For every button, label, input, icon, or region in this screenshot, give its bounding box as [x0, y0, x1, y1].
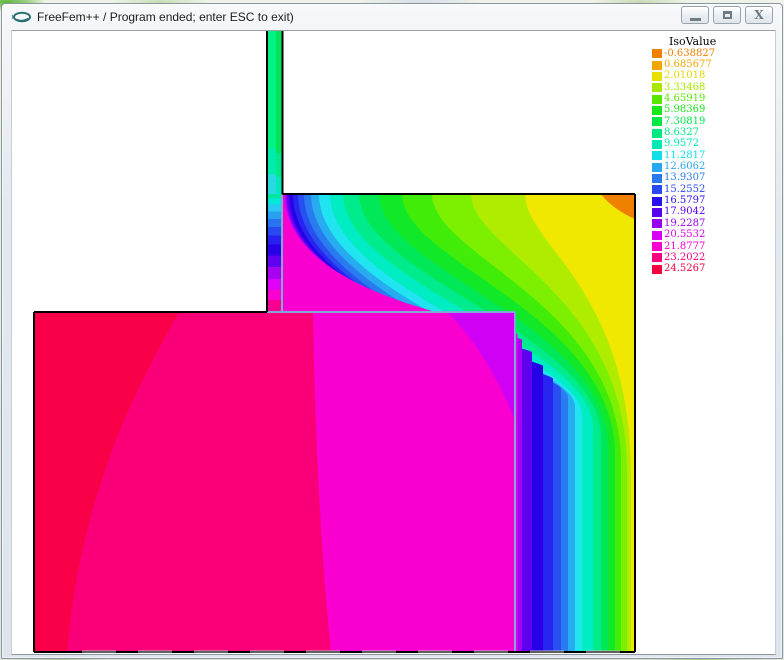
channel-lower: [267, 194, 283, 312]
legend-value: 4.65919: [664, 93, 706, 105]
legend-swatch: [652, 162, 662, 172]
legend-entry: 9.9572: [652, 139, 770, 150]
legend-title: IsoValue: [669, 35, 717, 48]
title-bar[interactable]: FreeFem++ / Program ended; enter ESC to …: [2, 4, 782, 29]
legend-entry: 21.8777: [652, 241, 770, 252]
legend-entry: 0.685677: [652, 59, 770, 70]
maximize-icon: [722, 11, 732, 19]
legend-swatch: [652, 117, 662, 127]
legend-swatch: [652, 71, 662, 81]
legend-swatch: [652, 105, 662, 115]
legend-value: -0.638827: [664, 47, 716, 59]
legend-value: 8.6327: [664, 127, 699, 139]
legend-entry: 17.9042: [652, 207, 770, 218]
legend-swatch: [652, 242, 662, 252]
legend-entry: 5.98369: [652, 105, 770, 116]
channel-left: [267, 31, 276, 194]
maximize-button[interactable]: [713, 6, 741, 24]
legend-rows: -0.638827 0.685677 2.01018 3.33468 4.65919 5.…: [652, 48, 770, 275]
legend-swatch: [652, 60, 662, 70]
legend-swatch: [652, 94, 662, 104]
legend-swatch: [652, 207, 662, 217]
legend-entry: 2.01018: [652, 71, 770, 82]
legend-value: 7.30819: [664, 115, 706, 127]
legend-entry: 24.5267: [652, 264, 770, 275]
legend-value: 21.8777: [664, 240, 706, 252]
legend-value: 9.9572: [664, 138, 699, 150]
legend-entry: 20.5532: [652, 230, 770, 241]
legend-swatch: [652, 49, 662, 59]
legend-entry: -0.638827: [652, 48, 770, 59]
legend-value: 15.2552: [664, 183, 706, 195]
legend-entry: 3.33468: [652, 82, 770, 93]
legend-value: 2.01018: [664, 70, 706, 82]
legend-entry: 8.6327: [652, 127, 770, 138]
legend-entry: 4.65919: [652, 93, 770, 104]
minimize-icon: [689, 17, 701, 21]
desktop: { "window": { "title": "FreeFem++ / Prog…: [0, 0, 784, 660]
legend-swatch: [652, 219, 662, 229]
legend-swatch: [652, 253, 662, 263]
close-button[interactable]: X: [745, 6, 773, 24]
legend-entry: 13.9307: [652, 173, 770, 184]
freefem-window: FreeFem++ / Program ended; enter ESC to …: [1, 3, 783, 659]
legend-value: 17.9042: [664, 206, 706, 218]
legend-value: 5.98369: [664, 104, 706, 116]
legend-entry: 19.2287: [652, 218, 770, 229]
legend-swatch: [652, 264, 662, 274]
legend-value: 24.5267: [664, 263, 706, 275]
legend-value: 20.5532: [664, 229, 706, 241]
legend-entry: 7.30819: [652, 116, 770, 127]
legend-entry: 12.6062: [652, 161, 770, 172]
isovalue-legend: IsoValue -0.638827 0.685677 2.01018 3.33468…: [652, 36, 770, 275]
legend-swatch: [652, 139, 662, 149]
legend-value: 3.33468: [664, 81, 706, 93]
legend-value: 23.2022: [664, 251, 706, 263]
legend-value: 0.685677: [664, 59, 712, 71]
minimize-button[interactable]: [681, 6, 709, 24]
plot-client-area[interactable]: IsoValue -0.638827 0.685677 2.01018 3.33468…: [11, 30, 776, 655]
legend-entry: 15.2552: [652, 184, 770, 195]
legend-swatch: [652, 83, 662, 93]
legend-value: 11.2817: [664, 149, 706, 161]
legend-swatch: [652, 173, 662, 183]
legend-entry: 23.2022: [652, 252, 770, 263]
close-icon: X: [754, 8, 764, 22]
render-artifact: [82, 650, 642, 653]
window-controls: X: [681, 6, 773, 24]
window-title: FreeFem++ / Program ended; enter ESC to …: [37, 9, 294, 24]
legend-entry: 11.2817: [652, 150, 770, 161]
legend-value: 19.2287: [664, 217, 706, 229]
legend-swatch: [652, 151, 662, 161]
legend-swatch: [652, 128, 662, 138]
legend-value: 12.6062: [664, 161, 706, 173]
freefem-fish-icon: [11, 11, 31, 22]
legend-swatch: [652, 230, 662, 240]
legend-value: 13.9307: [664, 172, 706, 184]
legend-entry: 16.5797: [652, 195, 770, 206]
legend-swatch: [652, 185, 662, 195]
legend-value: 16.5797: [664, 195, 706, 207]
legend-swatch: [652, 196, 662, 206]
